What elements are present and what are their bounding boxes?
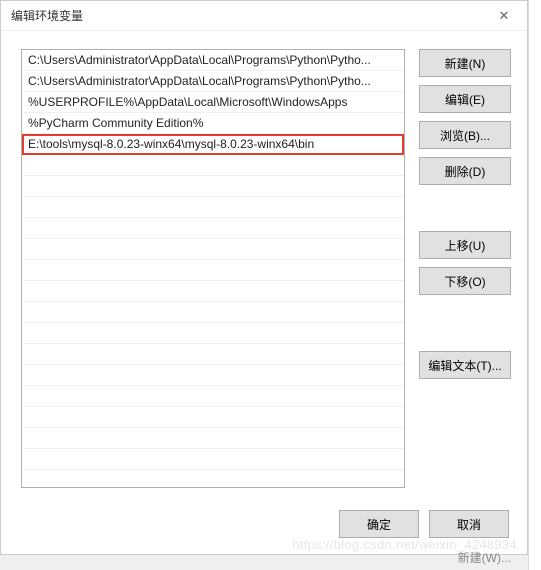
window-title: 编辑环境变量 (11, 7, 83, 24)
cancel-button[interactable]: 取消 (429, 510, 509, 538)
list-item[interactable]: . (22, 155, 404, 176)
env-var-dialog: 编辑环境变量 ✕ C:\Users\Administrator\AppData\… (0, 0, 528, 555)
list-item[interactable]: . (22, 239, 404, 260)
list-container: C:\Users\Administrator\AppData\Local\Pro… (21, 49, 405, 488)
delete-button[interactable]: 删除(D) (419, 157, 511, 185)
list-item[interactable]: . (22, 281, 404, 302)
browse-button[interactable]: 浏览(B)... (419, 121, 511, 149)
list-item[interactable]: %USERPROFILE%\AppData\Local\Microsoft\Wi… (22, 92, 404, 113)
list-item[interactable]: . (22, 302, 404, 323)
list-item[interactable]: . (22, 386, 404, 407)
dialog-footer: 确定 取消 (1, 498, 527, 554)
list-item[interactable]: . (22, 323, 404, 344)
background-new-button: 新建(W)... (458, 549, 511, 566)
ok-button[interactable]: 确定 (339, 510, 419, 538)
close-icon[interactable]: ✕ (489, 1, 519, 31)
spacer (419, 303, 511, 343)
spacer (419, 193, 511, 223)
list-item[interactable]: . (22, 218, 404, 239)
list-item[interactable]: . (22, 365, 404, 386)
titlebar: 编辑环境变量 ✕ (1, 1, 527, 31)
background-strip (528, 0, 541, 570)
list-item[interactable]: . (22, 260, 404, 281)
list-item[interactable]: E:\tools\mysql-8.0.23-winx64\mysql-8.0.2… (22, 134, 404, 155)
button-column: 新建(N) 编辑(E) 浏览(B)... 删除(D) 上移(U) 下移(O) 编… (419, 49, 511, 488)
path-listbox[interactable]: C:\Users\Administrator\AppData\Local\Pro… (21, 49, 405, 488)
list-item[interactable]: C:\Users\Administrator\AppData\Local\Pro… (22, 50, 404, 71)
list-item[interactable]: . (22, 428, 404, 449)
list-item[interactable]: %PyCharm Community Edition% (22, 113, 404, 134)
list-item[interactable]: . (22, 407, 404, 428)
list-item[interactable]: . (22, 176, 404, 197)
list-item[interactable]: C:\Users\Administrator\AppData\Local\Pro… (22, 71, 404, 92)
move-up-button[interactable]: 上移(U) (419, 231, 511, 259)
new-button[interactable]: 新建(N) (419, 49, 511, 77)
move-down-button[interactable]: 下移(O) (419, 267, 511, 295)
edit-button[interactable]: 编辑(E) (419, 85, 511, 113)
list-item[interactable]: . (22, 197, 404, 218)
dialog-body: C:\Users\Administrator\AppData\Local\Pro… (1, 31, 527, 498)
list-item[interactable]: . (22, 344, 404, 365)
list-item[interactable]: . (22, 449, 404, 470)
edit-text-button[interactable]: 编辑文本(T)... (419, 351, 511, 379)
